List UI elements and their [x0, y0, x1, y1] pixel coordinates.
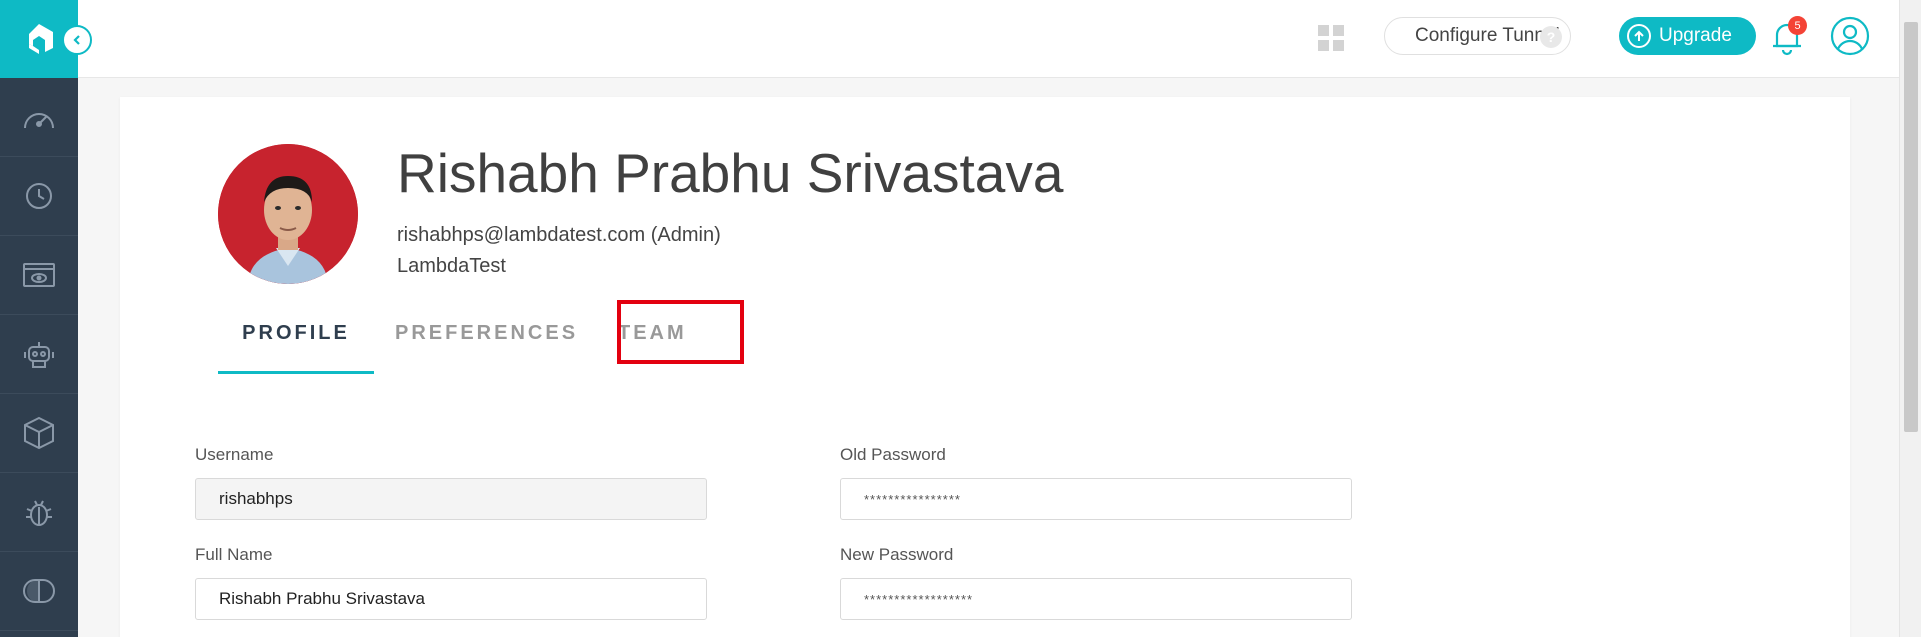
sidebar-item-history[interactable]: [0, 157, 78, 236]
top-header: Configure Tunnel ? Upgrade 5: [78, 0, 1921, 78]
new-password-value: ******************: [864, 591, 974, 607]
username-field[interactable]: rishabhps: [195, 478, 707, 520]
configure-tunnel-button[interactable]: Configure Tunnel ?: [1384, 17, 1571, 55]
profile-name: Rishabh Prabhu Srivastava: [397, 142, 1064, 204]
profile-organization: LambdaTest: [397, 255, 506, 277]
browser-icon: [23, 263, 55, 287]
lambdatest-logo-icon: [29, 24, 53, 54]
profile-photo: [218, 144, 358, 284]
fullname-value: Rishabh Prabhu Srivastava: [219, 589, 426, 608]
sidebar: [0, 0, 78, 637]
team-tab-highlight-box: [617, 300, 744, 364]
fullname-label: Full Name: [195, 545, 273, 564]
chevron-left-icon: [73, 35, 80, 45]
old-password-value: ****************: [864, 491, 961, 507]
apps-grid-icon: [1318, 25, 1344, 51]
history-icon: [26, 183, 52, 209]
configure-tunnel-label: Configure Tunnel: [1415, 25, 1560, 46]
tab-profile[interactable]: PROFILE: [218, 322, 374, 374]
new-password-field[interactable]: ******************: [840, 578, 1352, 620]
sidebar-item-visual[interactable]: [0, 552, 78, 631]
sidebar-item-dashboard[interactable]: [0, 78, 78, 157]
profile-card: Rishabh Prabhu Srivastava rishabhps@lamb…: [120, 97, 1850, 637]
help-icon[interactable]: ?: [1540, 26, 1562, 48]
bug-icon: [26, 500, 52, 526]
scrollbar-thumb[interactable]: [1904, 22, 1918, 432]
sidebar-item-integrations[interactable]: [0, 394, 78, 473]
sidebar-item-issues[interactable]: [0, 473, 78, 552]
user-avatar-icon: [1830, 16, 1870, 56]
apps-grid-button[interactable]: [1318, 25, 1344, 56]
box-icon: [24, 416, 54, 450]
notification-count-badge: 5: [1788, 16, 1807, 35]
compare-icon: [23, 579, 55, 603]
old-password-label: Old Password: [840, 445, 946, 464]
user-menu-button[interactable]: [1830, 16, 1870, 61]
fullname-field[interactable]: Rishabh Prabhu Srivastava: [195, 578, 707, 620]
dashboard-icon: [24, 113, 54, 129]
username-value: rishabhps: [219, 489, 293, 508]
upgrade-label: Upgrade: [1659, 25, 1732, 46]
page-scrollbar[interactable]: [1899, 0, 1921, 637]
sidebar-item-realtime[interactable]: [0, 236, 78, 315]
sidebar-item-automation[interactable]: [0, 315, 78, 394]
collapse-sidebar-button[interactable]: [62, 25, 92, 55]
profile-avatar: [218, 144, 358, 284]
profile-email: rishabhps@lambdatest.com (Admin): [397, 224, 721, 246]
old-password-field[interactable]: ****************: [840, 478, 1352, 520]
new-password-label: New Password: [840, 545, 954, 564]
upgrade-button[interactable]: Upgrade: [1619, 17, 1756, 55]
tab-preferences[interactable]: PREFERENCES: [395, 322, 578, 362]
username-label: Username: [195, 445, 274, 464]
robot-icon: [24, 342, 54, 368]
arrow-up-icon: [1627, 24, 1651, 48]
